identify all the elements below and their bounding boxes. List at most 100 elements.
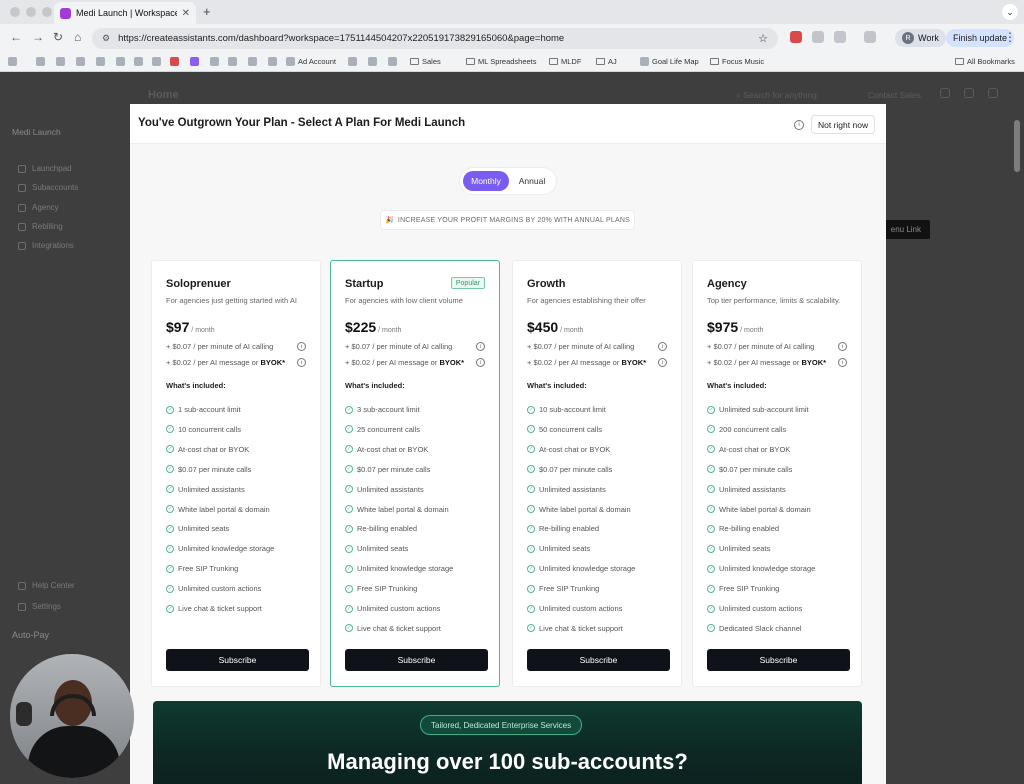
bell-icon[interactable] <box>940 88 950 98</box>
all-bookmarks-folder[interactable]: All Bookmarks <box>955 57 1015 66</box>
bookmark-icon[interactable] <box>248 56 257 66</box>
close-window-button[interactable] <box>10 7 20 17</box>
info-icon[interactable]: i <box>297 342 306 351</box>
navigation-bar: ← → ↻ ⌂ ⚙ https://createassistants.com/d… <box>0 26 1024 50</box>
site-settings-icon[interactable]: ⚙ <box>102 33 110 44</box>
global-search[interactable]: ⌕ Search for anything <box>736 90 817 101</box>
feature-item: ✓ Re-billing enabled <box>345 524 417 533</box>
feature-item: ✓ $0.07 per minute calls <box>166 465 251 474</box>
byok-label: BYOK* <box>439 358 465 367</box>
sidebar-item-launchpad[interactable]: Launchpad <box>18 164 72 173</box>
bookmark-goal-life-map[interactable]: Goal Life Map <box>640 56 699 66</box>
sidebar-item-subaccounts[interactable]: Subaccounts <box>18 183 78 192</box>
plan-name: Growth <box>527 278 566 290</box>
feature-item: ✓ Re-billing enabled <box>707 524 779 533</box>
home-icon[interactable]: ⌂ <box>74 30 81 44</box>
bookmark-folder-sales[interactable]: Sales <box>410 57 441 66</box>
feature-text: Unlimited sub-account limit <box>719 405 809 414</box>
notification-icon[interactable] <box>988 88 998 98</box>
subscribe-button[interactable]: Subscribe <box>166 649 309 671</box>
bookmark-folder-mldf[interactable]: MLDF <box>549 57 581 66</box>
check-circle-icon: ✓ <box>707 604 715 613</box>
info-icon[interactable]: i <box>297 358 306 367</box>
bookmark-icon[interactable] <box>36 56 45 66</box>
contact-sales-link[interactable]: Contact Sales <box>868 90 921 100</box>
plan-card-growth: Growth For agencies establishing their of… <box>512 260 682 687</box>
subscribe-button[interactable]: Subscribe <box>527 649 670 671</box>
subscribe-button[interactable]: Subscribe <box>345 649 488 671</box>
info-icon[interactable]: i <box>794 120 804 130</box>
link-icon[interactable] <box>964 88 974 98</box>
bookmark-icon[interactable] <box>96 56 105 66</box>
profile-button[interactable]: R Work <box>895 29 946 47</box>
bookmark-icon[interactable] <box>210 56 219 66</box>
reload-icon[interactable]: ↻ <box>53 30 63 44</box>
price-amount: $225 <box>345 319 377 335</box>
info-icon[interactable]: i <box>658 358 667 367</box>
feature-item: ✓ Unlimited assistants <box>345 485 424 494</box>
info-icon[interactable]: i <box>658 342 667 351</box>
back-icon[interactable]: ← <box>10 30 22 44</box>
check-circle-icon: ✓ <box>707 465 715 474</box>
close-tab-icon[interactable]: ✕ <box>182 8 190 19</box>
sidebar-item-help-center[interactable]: Help Center <box>18 581 75 590</box>
feature-item: ✓ $0.07 per minute calls <box>527 465 612 474</box>
bookmark-icon[interactable] <box>116 56 125 66</box>
bookmark-star-icon[interactable]: ☆ <box>758 32 768 45</box>
bookmark-icon[interactable] <box>76 56 85 66</box>
extension-icon[interactable] <box>790 31 802 43</box>
monthly-toggle-option[interactable]: Monthly <box>463 171 509 191</box>
annual-toggle-option[interactable]: Annual <box>512 171 552 191</box>
tab-search-icon[interactable]: ⌄ <box>1002 4 1018 20</box>
sidebar-item-settings[interactable]: Settings <box>18 602 61 611</box>
info-icon[interactable]: i <box>476 358 485 367</box>
new-tab-button[interactable]: + <box>203 4 211 19</box>
bookmark-icon[interactable] <box>170 56 179 66</box>
bookmark-icon[interactable] <box>368 56 377 66</box>
feature-item: ✓ Unlimited custom actions <box>166 584 261 593</box>
bookmark-icon[interactable] <box>134 56 143 66</box>
info-icon[interactable]: i <box>838 342 847 351</box>
subscribe-button[interactable]: Subscribe <box>707 649 850 671</box>
byok-label: BYOK* <box>801 358 827 367</box>
extension-icon[interactable] <box>864 31 876 43</box>
bookmark-icon[interactable] <box>190 56 199 66</box>
info-icon[interactable]: i <box>476 342 485 351</box>
feature-text: Unlimited seats <box>539 544 591 554</box>
bookmark-icon[interactable] <box>348 56 357 66</box>
workspace-switcher[interactable]: Medi Launch <box>12 127 61 137</box>
bookmark-icon[interactable] <box>56 56 65 66</box>
browser-menu-icon[interactable]: ⋮ <box>1004 30 1016 44</box>
maximize-window-button[interactable] <box>42 7 52 17</box>
minimize-window-button[interactable] <box>26 7 36 17</box>
bookmark-folder-ml-spreadsheets[interactable]: ML Spreadsheets <box>466 57 537 66</box>
bookmark-icon[interactable] <box>228 56 237 66</box>
address-bar[interactable]: ⚙ https://createassistants.com/dashboard… <box>92 28 778 49</box>
sidebar-item-integrations[interactable]: Integrations <box>18 241 74 250</box>
bookmark-folder-aj[interactable]: AJ <box>596 57 617 66</box>
feature-item: ✓ Unlimited seats <box>527 544 590 553</box>
plan-description: For agencies with low client volume <box>345 296 463 305</box>
bookmark-icon[interactable] <box>152 56 161 66</box>
page-scrollbar[interactable] <box>1014 120 1020 172</box>
bookmark-folder-focus-music[interactable]: Focus Music <box>710 57 764 66</box>
bookmark-icon[interactable] <box>268 56 277 66</box>
forward-icon[interactable]: → <box>32 30 44 44</box>
card-icon <box>18 222 26 231</box>
bookmark-icon[interactable] <box>388 56 397 66</box>
feature-item: ✓ Dedicated Slack channel <box>707 624 802 633</box>
extension-icon[interactable] <box>812 31 824 43</box>
price-period: / month <box>738 327 764 334</box>
sidebar-item-rebilling[interactable]: Rebilling <box>18 222 63 231</box>
sidebar-item-agency[interactable]: Agency <box>18 203 59 212</box>
apps-grid-icon[interactable] <box>8 56 17 66</box>
check-circle-icon: ✓ <box>527 445 535 454</box>
upgrade-plan-modal: You've Outgrown Your Plan - Select A Pla… <box>130 104 886 784</box>
bookmark-ad-account[interactable]: Ad Account <box>286 56 336 66</box>
info-icon[interactable]: i <box>838 358 847 367</box>
browser-tab[interactable]: Medi Launch | Workspace ✕ <box>54 2 196 24</box>
extensions-puzzle-icon[interactable] <box>834 31 846 43</box>
check-circle-icon: ✓ <box>166 505 174 513</box>
check-circle-icon: ✓ <box>166 405 174 414</box>
not-right-now-button[interactable]: Not right now <box>811 115 876 134</box>
